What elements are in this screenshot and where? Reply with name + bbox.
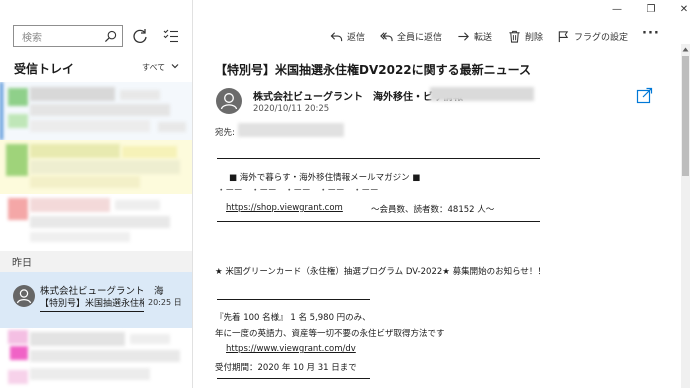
- divider: [217, 158, 540, 159]
- description-line: 年に一度の英語力、資産等一切不要の永住ビザ取得方法です: [215, 329, 445, 339]
- limit-line: 『先着 100 名様』 1 名 5,980 円のみ、: [215, 313, 371, 323]
- shop-link[interactable]: https://shop.viewgrant.com: [226, 203, 343, 213]
- dash-separator: ・ーー ・ーー ・ーー ・ーー ・ーー: [217, 186, 379, 196]
- scrollbar[interactable]: [681, 44, 690, 388]
- search-input[interactable]: 検索: [13, 25, 123, 47]
- recipient-label: 宛先:: [215, 128, 235, 138]
- reply-icon: [330, 31, 343, 41]
- person-icon: [220, 93, 238, 110]
- reply-all-button[interactable]: 全員に返信: [380, 27, 442, 45]
- magazine-title: ■ 海外で暮らす・海外移住情報メールマガジン ■: [229, 173, 421, 183]
- flag-label: フラグの設定: [574, 32, 629, 43]
- search-placeholder: 検索: [22, 33, 42, 44]
- window-titlebar: — ❐ ✕: [194, 0, 690, 20]
- minimize-button[interactable]: —: [611, 4, 623, 15]
- dv-link[interactable]: https://www.viewgrant.com/dv: [226, 344, 356, 354]
- filter-dropdown[interactable]: すべて: [142, 62, 165, 73]
- message-item-redacted[interactable]: [0, 82, 192, 140]
- message-time: 20:25 日: [148, 298, 182, 307]
- divider: [217, 221, 540, 222]
- forward-label: 転送: [474, 32, 493, 43]
- forward-icon: [458, 31, 469, 41]
- message-subject-title: 【特別号】米国抽選永住権DV2022に関する最新ニュース: [215, 63, 532, 77]
- message-date: 2020/10/11 20:25: [253, 104, 330, 114]
- sync-icon[interactable]: [131, 27, 149, 45]
- date-group-label: 昨日: [12, 258, 32, 269]
- more-actions-button[interactable]: ···: [642, 24, 660, 42]
- flag-icon: [558, 30, 569, 42]
- announcement-line: ★ 米国グリーンカード（永住権）抽選プログラム DV-2022★ 募集開始のお知…: [215, 267, 546, 277]
- member-count: 〜会員数、読者数：48152 人〜: [371, 205, 495, 215]
- avatar: [13, 285, 35, 307]
- search-icon[interactable]: [104, 30, 117, 43]
- divider: [217, 299, 370, 300]
- reply-all-label: 全員に返信: [397, 32, 443, 43]
- message-item-redacted[interactable]: [0, 140, 192, 194]
- deadline-line: 受付期間：2020 年 10 月 31 日まで: [215, 363, 357, 373]
- reading-toolbar: 返信 全員に返信 転送 削除 フラグの設定 ···: [194, 24, 690, 47]
- folder-title: 受信トレイ: [14, 62, 75, 76]
- delete-button[interactable]: 削除: [508, 27, 543, 45]
- reply-all-icon: [380, 31, 393, 41]
- sender-avatar: [216, 88, 242, 114]
- sender-email-redacted: [430, 87, 534, 101]
- close-button[interactable]: ✕: [678, 4, 690, 15]
- trash-icon: [509, 30, 520, 43]
- reply-button[interactable]: 返信: [330, 27, 365, 45]
- restore-button[interactable]: ❐: [645, 4, 657, 15]
- message-item-redacted[interactable]: [0, 328, 192, 388]
- scroll-up-arrow-icon[interactable]: [682, 46, 689, 53]
- select-mode-icon[interactable]: [162, 27, 180, 45]
- chevron-down-icon[interactable]: [170, 61, 180, 71]
- scrollbar-thumb[interactable]: [682, 56, 689, 176]
- divider: [217, 378, 370, 379]
- divider: [40, 311, 144, 312]
- message-subject: 【特別号】米国抽選永住権: [40, 299, 144, 309]
- flag-button[interactable]: フラグの設定: [557, 27, 628, 45]
- open-new-window-icon[interactable]: [636, 87, 653, 104]
- person-icon: [16, 289, 32, 304]
- delete-label: 削除: [525, 32, 544, 43]
- message-sender: 株式会社ビューグラント 海: [40, 286, 164, 297]
- reply-label: 返信: [347, 32, 366, 43]
- forward-button[interactable]: 転送: [457, 27, 492, 45]
- recipient-redacted: [238, 123, 344, 137]
- message-item-redacted[interactable]: [0, 194, 192, 250]
- message-list-pane: 検索 受信トレイ すべて 昨日 株式会社ビューグラント 海 【特別号】米国抽選永…: [0, 0, 193, 388]
